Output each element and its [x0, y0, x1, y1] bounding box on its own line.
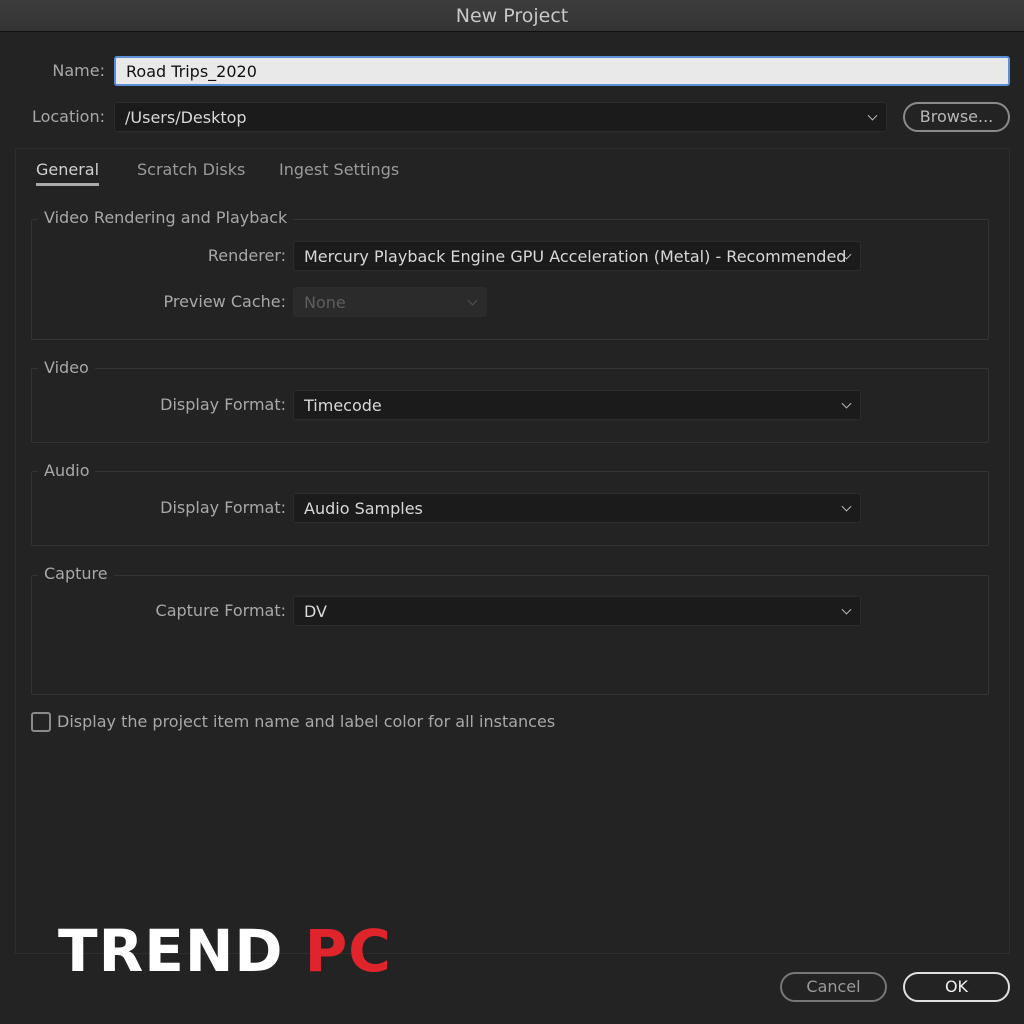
- location-dropdown[interactable]: /Users/Desktop: [114, 102, 887, 132]
- video-display-format-value: Timecode: [304, 395, 382, 415]
- video-display-format-label: Display Format:: [160, 395, 286, 414]
- renderer-label: Renderer:: [207, 246, 286, 265]
- audio-display-format-label: Display Format:: [160, 498, 286, 517]
- group-title: Video: [38, 358, 95, 377]
- preview-cache-value: None: [304, 292, 346, 312]
- cancel-button[interactable]: Cancel: [780, 972, 887, 1002]
- group-title: Audio: [38, 461, 96, 480]
- video-display-format-dropdown[interactable]: Timecode: [293, 390, 861, 420]
- capture-format-dropdown[interactable]: DV: [293, 596, 861, 626]
- chevron-down-icon: [841, 501, 852, 512]
- location-value: /Users/Desktop: [125, 107, 247, 127]
- capture-format-value: DV: [304, 601, 327, 621]
- preview-cache-label: Preview Cache:: [163, 292, 286, 311]
- audio-display-format-dropdown[interactable]: Audio Samples: [293, 493, 861, 523]
- renderer-value: Mercury Playback Engine GPU Acceleration…: [304, 246, 847, 266]
- tab-general[interactable]: General: [36, 160, 100, 186]
- ok-button[interactable]: OK: [903, 972, 1010, 1002]
- preview-cache-dropdown: None: [293, 287, 487, 317]
- trend-pc-logo: TREND PC: [58, 917, 392, 985]
- display-label-color-checkbox[interactable]: [31, 712, 51, 732]
- capture-format-label: Capture Format:: [155, 601, 286, 620]
- location-label: Location:: [31, 107, 105, 126]
- group-video-rendering: [31, 219, 989, 340]
- checkbox-label: Display the project item name and label …: [57, 712, 556, 731]
- chevron-down-icon: [467, 295, 478, 306]
- chevron-down-icon: [841, 398, 852, 409]
- group-title: Capture: [38, 564, 114, 583]
- name-label: Name:: [52, 61, 105, 80]
- name-input[interactable]: Road Trips_2020: [114, 56, 1010, 86]
- group-capture: [31, 575, 989, 695]
- group-title: Video Rendering and Playback: [38, 208, 294, 227]
- chevron-down-icon: [867, 110, 878, 121]
- tab-ingest-settings[interactable]: Ingest Settings: [279, 160, 399, 179]
- window-title: New Project: [0, 0, 1024, 32]
- tab-scratch-disks[interactable]: Scratch Disks: [137, 160, 245, 179]
- audio-display-format-value: Audio Samples: [304, 498, 423, 518]
- renderer-dropdown[interactable]: Mercury Playback Engine GPU Acceleration…: [293, 241, 861, 271]
- browse-button[interactable]: Browse...: [903, 102, 1010, 132]
- chevron-down-icon: [841, 604, 852, 615]
